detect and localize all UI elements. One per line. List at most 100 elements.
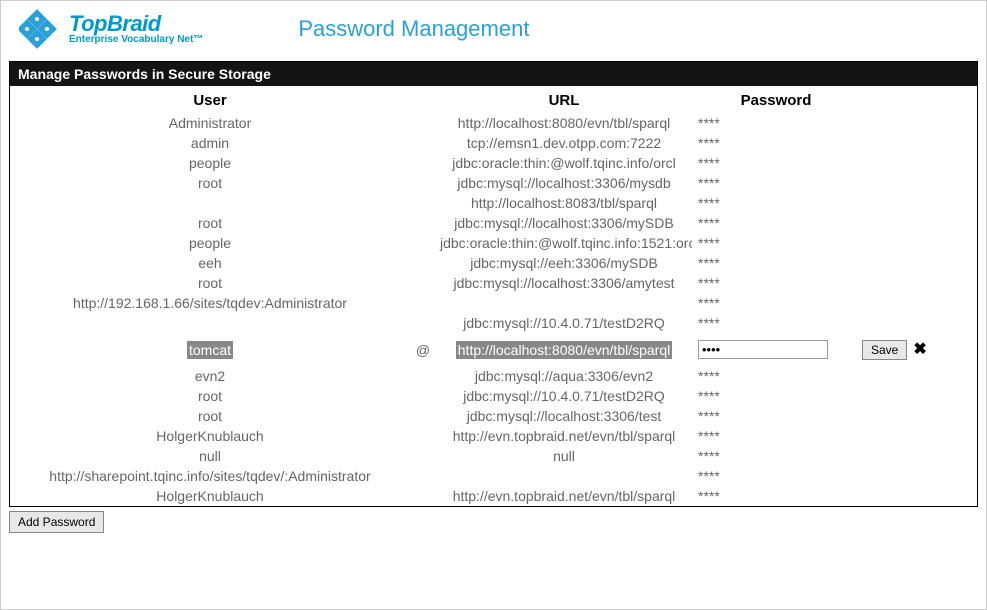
table-row[interactable]: http://sharepoint.tqinc.info/sites/tqdev… xyxy=(10,466,978,486)
cell-user: root xyxy=(10,213,410,233)
table-row[interactable]: rootjdbc:mysql://10.4.0.71/testD2RQ**** xyxy=(10,386,978,406)
close-icon[interactable]: ✖ xyxy=(913,341,926,358)
table-row[interactable]: peoplejdbc:oracle:thin:@wolf.tqinc.info/… xyxy=(10,153,978,173)
cell-password: **** xyxy=(692,133,858,153)
cell-at xyxy=(410,213,436,233)
table-row[interactable]: rootjdbc:mysql://localhost:3306/amytest*… xyxy=(10,273,978,293)
cell-url xyxy=(436,293,692,313)
password-panel: Manage Passwords in Secure Storage User … xyxy=(9,61,978,507)
cell-password: **** xyxy=(692,293,858,313)
cell-at xyxy=(410,273,436,293)
table-row[interactable]: eeh jdbc:mysql://eeh:3306/mySDB**** xyxy=(10,253,978,273)
logo-text: TopBraid Enterprise Vocabulary Net™ xyxy=(69,13,203,45)
table-row[interactable]: root jdbc:mysql://localhost:3306/test**** xyxy=(10,406,978,426)
cell-at xyxy=(410,366,436,386)
cell-at xyxy=(410,173,436,193)
cell-at: @ xyxy=(410,333,436,366)
page-header: TopBraid Enterprise Vocabulary Net™ Pass… xyxy=(1,1,986,61)
cell-at xyxy=(410,153,436,173)
cell-url: http://localhost:8080/evn/tbl/sparql xyxy=(436,113,692,133)
table-row[interactable]: Administrator http://localhost:8080/evn/t… xyxy=(10,113,978,133)
cell-user: Administrator xyxy=(10,113,410,133)
cell-user: root xyxy=(10,273,410,293)
cell-actions xyxy=(858,253,978,273)
cell-password: **** xyxy=(692,193,858,213)
cell-url: jdbc:oracle:thin:@wolf.tqinc.info/orcl xyxy=(436,153,692,173)
cell-user: evn2 xyxy=(10,366,410,386)
cell-at xyxy=(410,466,436,486)
cell-at xyxy=(410,233,436,253)
logo-sub: Enterprise Vocabulary Net™ xyxy=(69,35,203,45)
table-row[interactable]: nullnull**** xyxy=(10,446,978,466)
table-row[interactable]: people jdbc:oracle:thin:@wolf.tqinc.info:… xyxy=(10,233,978,253)
cell-at xyxy=(410,386,436,406)
logo-icon xyxy=(19,9,59,49)
cell-user xyxy=(10,313,410,333)
cell-url: http://localhost:8080/evn/tbl/sparql xyxy=(436,333,692,366)
cell-password: **** xyxy=(692,446,858,466)
table-row[interactable]: root jdbc:mysql://localhost:3306/mysdb***… xyxy=(10,173,978,193)
cell-password: **** xyxy=(692,486,858,506)
cell-at xyxy=(410,446,436,466)
cell-at xyxy=(410,193,436,213)
cell-password: **** xyxy=(692,113,858,133)
cell-password: **** xyxy=(692,313,858,333)
column-header-password: Password xyxy=(692,86,858,113)
cell-at xyxy=(410,406,436,426)
cell-actions xyxy=(858,386,978,406)
cell-actions xyxy=(858,173,978,193)
cell-url: jdbc:oracle:thin:@wolf.tqinc.info:1521:o… xyxy=(436,233,692,253)
cell-actions xyxy=(858,133,978,153)
table-row[interactable]: HolgerKnublauchhttp://evn.topbraid.net/e… xyxy=(10,486,978,506)
cell-actions xyxy=(858,313,978,333)
cell-password: **** xyxy=(692,273,858,293)
cell-url: jdbc:mysql://localhost:3306/test xyxy=(436,406,692,426)
table-row[interactable]: jdbc:mysql://10.4.0.71/testD2RQ**** xyxy=(10,313,978,333)
cell-actions xyxy=(858,446,978,466)
column-header-actions xyxy=(858,86,978,113)
cell-url: jdbc:mysql://10.4.0.71/testD2RQ xyxy=(436,313,692,333)
cell-actions xyxy=(858,426,978,446)
table-row[interactable]: admintcp://emsn1.dev.otpp.com:7222**** xyxy=(10,133,978,153)
add-password-button[interactable]: Add Password xyxy=(9,511,104,533)
panel-header: Manage Passwords in Secure Storage xyxy=(10,62,977,86)
cell-url: http://evn.topbraid.net/evn/tbl/sparql xyxy=(436,426,692,446)
cell-actions xyxy=(858,113,978,133)
table-row[interactable]: evn2 jdbc:mysql://aqua:3306/evn2**** xyxy=(10,366,978,386)
selected-user: tomcat xyxy=(187,341,233,359)
cell-user: HolgerKnublauch xyxy=(10,426,410,446)
cell-password: **** xyxy=(692,153,858,173)
cell-actions xyxy=(858,193,978,213)
cell-password: **** xyxy=(692,253,858,273)
cell-url: jdbc:mysql://10.4.0.71/testD2RQ xyxy=(436,386,692,406)
cell-user: admin xyxy=(10,133,410,153)
cell-user: HolgerKnublauch xyxy=(10,486,410,506)
cell-password: **** xyxy=(692,366,858,386)
cell-url: http://localhost:8083/tbl/sparql xyxy=(436,193,692,213)
cell-url: jdbc:mysql://eeh:3306/mySDB xyxy=(436,253,692,273)
cell-user: root xyxy=(10,386,410,406)
column-header-url: URL xyxy=(436,86,692,113)
cell-password: **** xyxy=(692,233,858,253)
cell-user: root xyxy=(10,406,410,426)
table-row[interactable]: HolgerKnublauch http://evn.topbraid.net/e… xyxy=(10,426,978,446)
cell-password: **** xyxy=(692,406,858,426)
cell-actions xyxy=(858,366,978,386)
table-row-editing: tomcat @http://localhost:8080/evn/tbl/spa… xyxy=(10,333,978,366)
cell-actions: Save ✖ xyxy=(858,333,978,366)
table-row[interactable]: http://localhost:8083/tbl/sparql**** xyxy=(10,193,978,213)
table-row[interactable]: rootjdbc:mysql://localhost:3306/mySDB***… xyxy=(10,213,978,233)
cell-user: root xyxy=(10,173,410,193)
table-row[interactable]: http://192.168.1.66/sites/tqdev:Administ… xyxy=(10,293,978,313)
cell-user: people xyxy=(10,233,410,253)
cell-password xyxy=(692,333,858,366)
cell-user: eeh xyxy=(10,253,410,273)
cell-actions xyxy=(858,293,978,313)
save-button[interactable]: Save xyxy=(862,340,907,360)
password-input[interactable] xyxy=(698,340,828,359)
cell-password: **** xyxy=(692,173,858,193)
cell-url: jdbc:mysql://aqua:3306/evn2 xyxy=(436,366,692,386)
cell-url: null xyxy=(436,446,692,466)
cell-url: jdbc:mysql://localhost:3306/mysdb xyxy=(436,173,692,193)
cell-user: http://192.168.1.66/sites/tqdev:Administ… xyxy=(10,293,410,313)
